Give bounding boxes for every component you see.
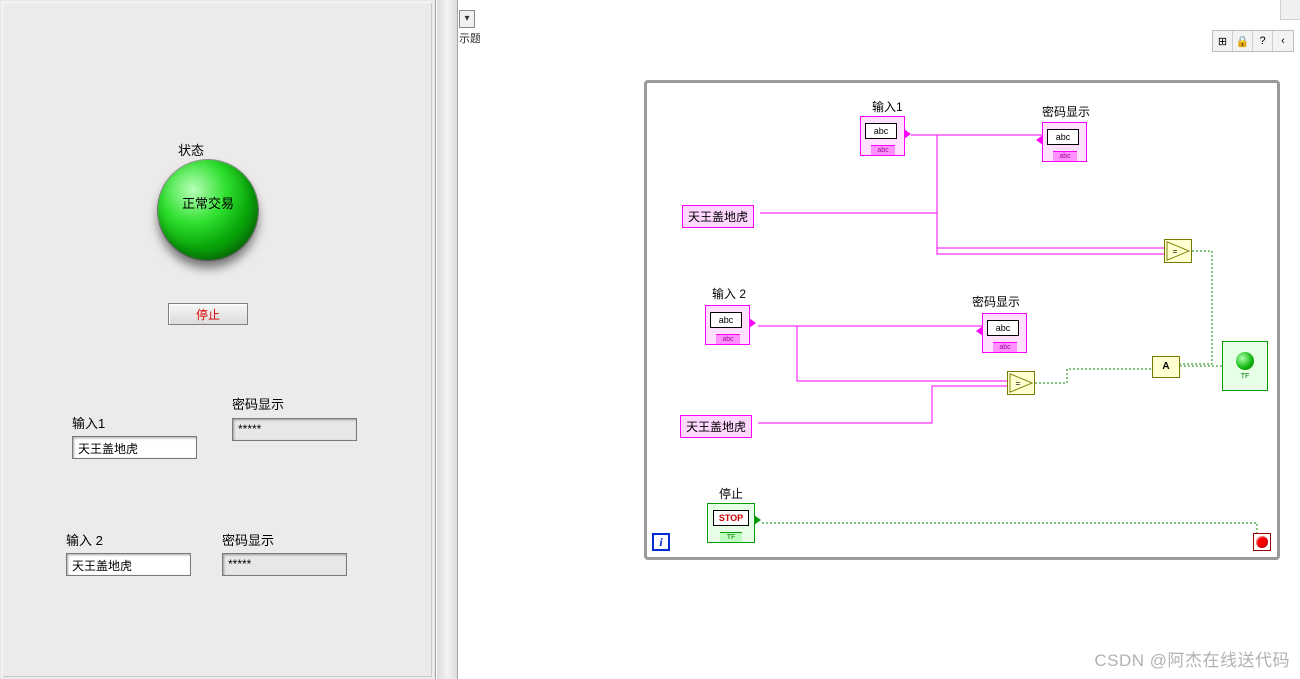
node-footer-icon: abc [716,334,740,344]
abc-icon: abc [1047,129,1079,145]
status-led-text: 正常交易 [158,193,258,212]
boolean-indicator[interactable]: TF [1222,341,1268,391]
tf-label: TF [1241,373,1250,380]
tf-label: TF [720,532,742,542]
scrollbar-stub [1280,0,1300,20]
watermark-text: CSDN @阿杰在线送代码 [1094,646,1290,671]
text-fragment: 示题 [459,30,481,46]
node-footer-icon: abc [993,342,1017,352]
toolbar-button-back[interactable]: ‹ [1273,31,1293,51]
status-led[interactable]: 正常交易 [158,160,258,260]
equal-comparison-1[interactable]: = [1164,239,1192,263]
state-label: 状态 [178,140,204,159]
svg-text:=: = [1173,247,1178,256]
password-display-2-field: ***** [222,553,347,576]
dropdown-fragment[interactable]: ▾ [459,10,475,28]
node-footer-icon: abc [871,145,895,155]
input1-node-label: 输入1 [872,98,903,115]
stop-button[interactable]: 停止 [168,303,248,325]
stop-node-label: 停止 [719,485,743,502]
node-footer-icon: abc [1053,151,1077,161]
stop-terminal[interactable]: STOP TF [707,503,755,543]
pw1-node-label: 密码显示 [1042,103,1090,120]
stop-circle-icon [1256,536,1268,548]
front-panel: 状态 正常交易 停止 输入1 天王盖地虎 密码显示 ***** 输入 2 天王盖… [0,0,436,679]
input2-field[interactable]: 天王盖地虎 [66,553,191,576]
toolbar-button-lock[interactable]: 🔒 [1233,31,1253,51]
password-display-2-label: 密码显示 [222,530,274,549]
svg-text:=: = [1016,379,1021,388]
loop-stop-terminal[interactable] [1253,533,1271,551]
stop-icon: STOP [713,510,749,526]
pw2-node-label: 密码显示 [972,293,1020,310]
toolbar-button-1[interactable]: ⊞ [1213,31,1233,51]
loop-iteration-terminal[interactable]: i [652,533,670,551]
abc-icon: abc [710,312,742,328]
input2-label: 输入 2 [66,530,103,549]
input2-terminal[interactable]: abc abc [705,305,750,345]
string-constant-1[interactable]: 天王盖地虎 [682,205,754,228]
password-display-1-field: ***** [232,418,357,441]
abc-icon: abc [865,123,897,139]
abc-icon: abc [987,320,1019,336]
toolbar-button-help[interactable]: ? [1253,31,1273,51]
string-constant-2[interactable]: 天王盖地虎 [680,415,752,438]
toolbar: ⊞ 🔒 ? ‹ [1212,30,1294,52]
input1-field[interactable]: 天王盖地虎 [72,436,197,459]
pw1-terminal[interactable]: abc abc [1042,122,1087,162]
while-loop-structure[interactable]: 输入1 abc abc 密码显示 abc abc 天王盖地虎 输入 2 abc … [644,80,1280,560]
pw2-terminal[interactable]: abc abc [982,313,1027,353]
led-small-icon [1236,352,1254,370]
password-display-1-label: 密码显示 [232,394,284,413]
splitter-bar[interactable] [436,0,458,679]
input1-terminal[interactable]: abc abc [860,116,905,156]
equal-comparison-2[interactable]: = [1007,371,1035,395]
input2-node-label: 输入 2 [712,285,746,302]
and-node[interactable]: A [1152,356,1180,378]
input1-label: 输入1 [72,413,105,432]
